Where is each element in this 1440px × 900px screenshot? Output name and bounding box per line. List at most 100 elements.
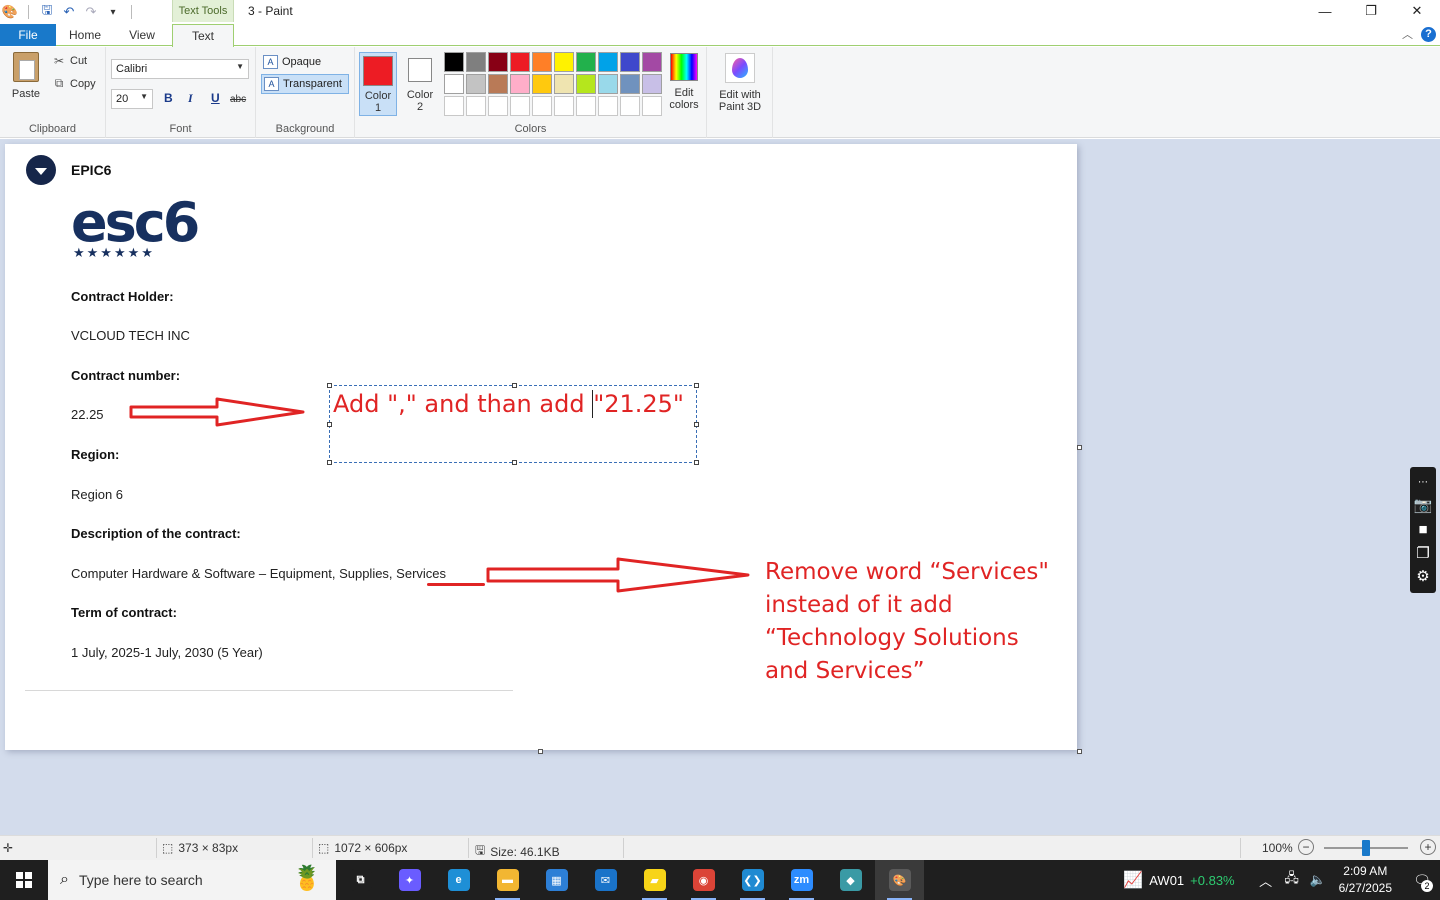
collapse-ribbon-icon[interactable]: ︿ bbox=[1402, 26, 1413, 42]
tab-file[interactable]: File bbox=[0, 24, 56, 46]
close-button[interactable]: ✕ bbox=[1394, 0, 1440, 22]
palette-swatch[interactable] bbox=[488, 52, 508, 72]
color2-button[interactable]: Color 2 bbox=[401, 52, 439, 116]
palette-swatch[interactable] bbox=[642, 52, 662, 72]
resize-handle[interactable] bbox=[694, 422, 699, 427]
palette-swatch[interactable] bbox=[576, 52, 596, 72]
palette-swatch[interactable] bbox=[576, 74, 596, 94]
window-capture-icon[interactable]: ❐ bbox=[1416, 545, 1429, 562]
opaque-option[interactable]: A Opaque bbox=[261, 52, 349, 72]
tab-text[interactable]: Text bbox=[172, 24, 234, 47]
paint-app-icon[interactable]: 🎨 bbox=[2, 4, 18, 20]
more-options-icon[interactable]: ⋯ bbox=[1418, 475, 1428, 491]
resize-handle[interactable] bbox=[327, 383, 332, 388]
customize-toolbar-icon[interactable]: ▾ bbox=[105, 4, 121, 20]
stock-widget[interactable]: 📈 AW01 +0.83% bbox=[1123, 870, 1234, 890]
minimize-button[interactable]: — bbox=[1302, 0, 1348, 22]
tab-home[interactable]: Home bbox=[56, 24, 114, 46]
start-button[interactable] bbox=[0, 860, 48, 900]
clock[interactable]: 2:09 AM 6/27/2025 bbox=[1339, 863, 1392, 897]
palette-swatch[interactable] bbox=[444, 52, 464, 72]
palette-swatch[interactable] bbox=[598, 96, 618, 116]
image-canvas[interactable]: EPIC6 esc6 ★★★★★★ Contract Holder: VCLOU… bbox=[5, 144, 1077, 750]
italic-button[interactable]: I bbox=[188, 91, 193, 106]
palette-swatch[interactable] bbox=[598, 74, 618, 94]
palette-swatch[interactable] bbox=[510, 96, 530, 116]
palette-swatch[interactable] bbox=[554, 96, 574, 116]
canvas-resize-handle-right[interactable] bbox=[1077, 445, 1082, 450]
network-icon[interactable]: 🖧 bbox=[1281, 869, 1303, 891]
palette-swatch[interactable] bbox=[620, 74, 640, 94]
save-icon[interactable]: 🖫 bbox=[39, 2, 55, 20]
cut-button[interactable]: ✂ Cut bbox=[52, 54, 87, 68]
notification-center-button[interactable]: 🗨 2 bbox=[1404, 860, 1440, 900]
canvas-resize-handle-bottom[interactable] bbox=[538, 749, 543, 754]
restore-button[interactable]: ❐ bbox=[1348, 0, 1394, 22]
palette-swatch[interactable] bbox=[532, 74, 552, 94]
video-camera-icon[interactable]: ■ bbox=[1418, 521, 1427, 538]
color1-button[interactable]: Color 1 bbox=[359, 52, 397, 116]
chevron-up-icon[interactable]: ︿ bbox=[1255, 871, 1277, 890]
taskbar-paint-button[interactable]: 🎨 bbox=[875, 860, 924, 900]
zoom-in-button[interactable]: + bbox=[1420, 839, 1436, 855]
font-size-select[interactable]: 20 ▼ bbox=[111, 89, 153, 109]
palette-swatch[interactable] bbox=[444, 96, 464, 116]
palette-swatch[interactable] bbox=[554, 52, 574, 72]
active-text-box[interactable]: Add "," and than add "21.25" bbox=[327, 383, 699, 465]
taskbar-mail-button[interactable]: ✉ bbox=[581, 860, 630, 900]
canvas-resize-handle-corner[interactable] bbox=[1077, 749, 1082, 754]
resize-handle[interactable] bbox=[512, 383, 517, 388]
transparent-option[interactable]: A Transparent bbox=[261, 74, 349, 94]
resize-handle[interactable] bbox=[694, 383, 699, 388]
undo-icon[interactable]: ↶ bbox=[61, 4, 77, 20]
underline-button[interactable]: U bbox=[211, 91, 220, 105]
copy-button[interactable]: ⧉ Copy bbox=[52, 76, 96, 91]
volume-icon[interactable]: 🔈 bbox=[1307, 872, 1329, 888]
palette-swatch[interactable] bbox=[488, 74, 508, 94]
taskbar-sticky-notes-button[interactable]: ▰ bbox=[630, 860, 679, 900]
resize-handle[interactable] bbox=[327, 422, 332, 427]
taskbar-search[interactable]: ⌕ Type here to search 🍍 bbox=[48, 860, 336, 900]
palette-swatch[interactable] bbox=[620, 52, 640, 72]
palette-swatch[interactable] bbox=[488, 96, 508, 116]
resize-handle[interactable] bbox=[512, 460, 517, 465]
palette-swatch[interactable] bbox=[466, 96, 486, 116]
palette-swatch[interactable] bbox=[620, 96, 640, 116]
strikethrough-button[interactable]: abc bbox=[230, 94, 246, 105]
taskbar-store-button[interactable]: ▦ bbox=[532, 860, 581, 900]
taskbar-edge-button[interactable]: e bbox=[434, 860, 483, 900]
palette-swatch[interactable] bbox=[598, 52, 618, 72]
edit-with-paint3d-button[interactable]: Edit with Paint 3D bbox=[713, 53, 767, 113]
palette-swatch[interactable] bbox=[444, 74, 464, 94]
gear-icon[interactable]: ⚙ bbox=[1416, 569, 1429, 585]
palette-swatch[interactable] bbox=[576, 96, 596, 116]
paste-button[interactable]: Paste bbox=[6, 52, 46, 100]
taskbar-zoom-button[interactable]: zm bbox=[777, 860, 826, 900]
font-family-select[interactable]: Calibri ▼ bbox=[111, 59, 249, 79]
palette-swatch[interactable] bbox=[554, 74, 574, 94]
edit-colors-button[interactable]: Edit colors bbox=[665, 53, 703, 111]
taskbar-file-explorer-button[interactable]: ▬ bbox=[483, 860, 532, 900]
redo-icon[interactable]: ↷ bbox=[83, 4, 99, 20]
resize-handle[interactable] bbox=[327, 460, 332, 465]
palette-swatch[interactable] bbox=[510, 74, 530, 94]
taskbar-vscode-button[interactable]: ❮❯ bbox=[728, 860, 777, 900]
palette-swatch[interactable] bbox=[532, 52, 552, 72]
palette-swatch[interactable] bbox=[466, 74, 486, 94]
taskbar-task-view-button[interactable]: ⧉ bbox=[336, 860, 385, 900]
help-icon[interactable]: ? bbox=[1421, 26, 1436, 42]
palette-swatch[interactable] bbox=[642, 96, 662, 116]
palette-swatch[interactable] bbox=[532, 96, 552, 116]
tab-view[interactable]: View bbox=[114, 24, 170, 46]
resize-handle[interactable] bbox=[694, 460, 699, 465]
palette-swatch[interactable] bbox=[466, 52, 486, 72]
palette-swatch[interactable] bbox=[510, 52, 530, 72]
taskbar-copilot-button[interactable]: ✦ bbox=[385, 860, 434, 900]
zoom-out-button[interactable]: − bbox=[1298, 839, 1314, 855]
taskbar-app-button[interactable]: ◆ bbox=[826, 860, 875, 900]
text-box-content[interactable]: Add "," and than add "21.25" bbox=[333, 390, 684, 418]
bold-button[interactable]: B bbox=[164, 91, 173, 105]
zoom-slider-thumb[interactable] bbox=[1362, 840, 1370, 856]
taskbar-chrome-button[interactable]: ◉ bbox=[679, 860, 728, 900]
palette-swatch[interactable] bbox=[642, 74, 662, 94]
